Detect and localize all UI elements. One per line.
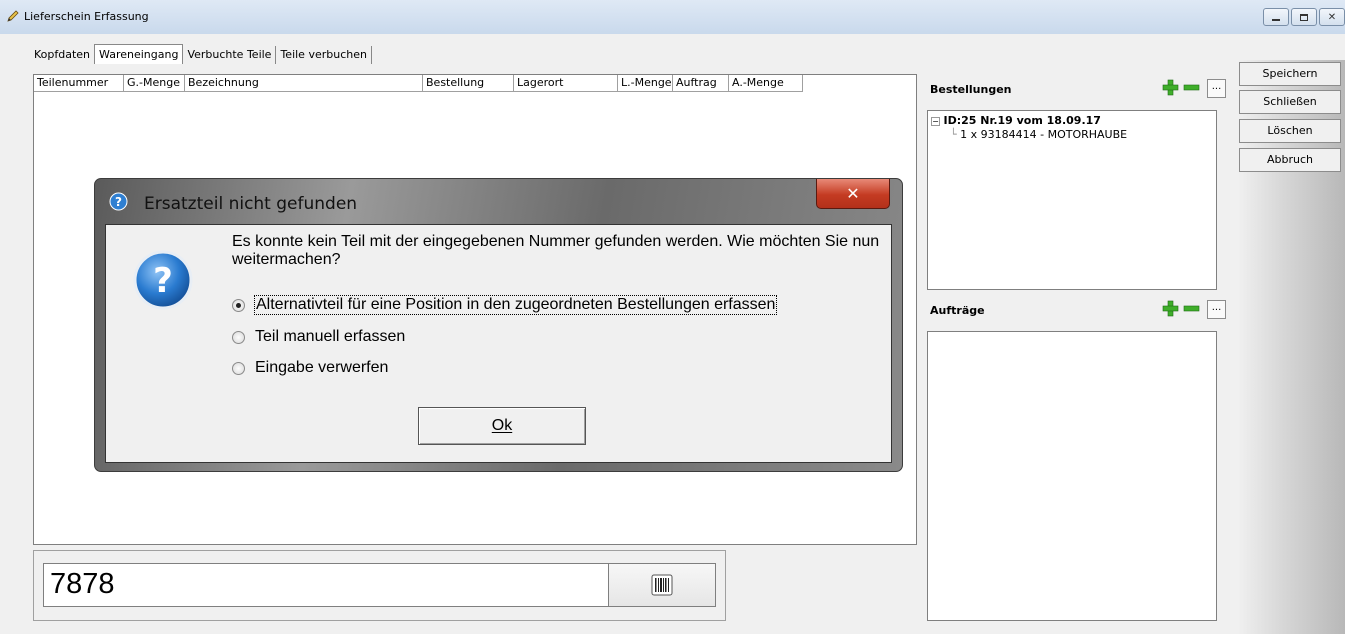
option-label: Teil manuell erfassen [255,328,406,345]
col-a-menge[interactable]: A.-Menge [729,75,803,92]
bestellungen-title: Bestellungen [930,83,1012,96]
col-lagerort[interactable]: Lagerort [514,75,618,92]
tree-root-label: ID:25 Nr.19 vom 18.09.17 [943,114,1101,127]
auftraege-header: Aufträge ... [925,295,1230,325]
save-label: Speichern [1262,67,1318,80]
plus-icon [1162,79,1179,96]
tab-verbuchte-teile[interactable]: Verbuchte Teile [183,46,277,64]
svg-text:?: ? [153,261,173,301]
option-discard-input[interactable]: Eingabe verwerfen [232,359,388,377]
ok-button[interactable]: Ok [418,407,586,445]
auftrag-more-button[interactable]: ... [1207,300,1226,319]
option-label: Eingabe verwerfen [255,359,389,376]
close-form-button[interactable]: Schließen [1239,90,1341,114]
question-icon: ? [109,192,128,211]
bestellungen-actions: ... [1162,79,1226,98]
col-bestellung[interactable]: Bestellung [423,75,514,92]
dialog-body: ? Es konnte kein Teil mit der eingegeben… [105,224,892,463]
part-not-found-dialog: ? Ersatzteil nicht gefunden ✕ ? Es konnt… [94,178,903,472]
tab-teile-verbuchen[interactable]: Teile verbuchen [276,46,372,64]
radio-button[interactable] [232,298,245,312]
tree-child-label: 1 x 93184414 - MOTORHAUBE [960,128,1128,141]
window-controls: ✕ [1263,8,1345,26]
col-teilenummer[interactable]: Teilenummer [34,75,124,92]
maximize-icon [1300,13,1308,21]
tree-connector: └ [950,128,961,141]
question-icon: ? [133,250,193,310]
bestellung-remove-button[interactable] [1183,79,1200,96]
tree-root-row[interactable]: − ID:25 Nr.19 vom 18.09.17 [931,114,1101,127]
side-button-bar: Speichern Schließen Löschen Abbruch [1238,60,1345,634]
auftrag-add-button[interactable] [1162,300,1179,317]
close-label: Schließen [1263,95,1317,108]
option-alternative-part[interactable]: Alternativteil für eine Position in den … [232,295,778,315]
grid-header: Teilenummer G.-Menge Bezeichnung Bestell… [34,75,803,92]
col-bezeichnung[interactable]: Bezeichnung [185,75,423,92]
minus-icon [1183,305,1200,312]
bestellung-add-button[interactable] [1162,79,1179,96]
option-manual-entry[interactable]: Teil manuell erfassen [232,328,405,346]
scan-input-area: 7878 [33,550,726,621]
bestellung-more-button[interactable]: ... [1207,79,1226,98]
col-auftrag[interactable]: Auftrag [673,75,729,92]
cancel-label: Abbruch [1266,153,1313,166]
part-number-input[interactable]: 7878 [43,563,629,607]
minus-icon [1183,84,1200,91]
window-close-button[interactable]: ✕ [1319,8,1345,26]
close-icon: ✕ [846,184,860,203]
delete-button[interactable]: Löschen [1239,119,1341,143]
minimize-icon [1272,19,1280,21]
auftraege-title: Aufträge [930,304,985,317]
svg-text:?: ? [115,195,122,209]
auftrag-remove-button[interactable] [1183,300,1200,317]
bestellungen-header: Bestellungen ... [925,74,1230,104]
barcode-button[interactable] [608,563,716,607]
tab-kopfdaten[interactable]: Kopfdaten [30,46,95,64]
auftraege-actions: ... [1162,300,1226,319]
barcode-icon [651,574,673,596]
minimize-button[interactable] [1263,8,1289,26]
option-label: Alternativteil für eine Position in den … [253,295,778,315]
col-g-menge[interactable]: G.-Menge [124,75,185,92]
maximize-button[interactable] [1291,8,1317,26]
plus-icon [1162,300,1179,317]
pencil-icon [7,10,19,22]
window-title: Lieferschein Erfassung [24,10,149,23]
delete-label: Löschen [1267,124,1313,137]
cancel-button[interactable]: Abbruch [1239,148,1341,172]
tree-collapse-icon[interactable]: − [931,116,940,126]
auftraege-list[interactable] [927,331,1217,621]
ok-label: Ok [491,417,513,434]
save-button[interactable]: Speichern [1239,62,1341,86]
radio-button[interactable] [232,330,245,344]
tree-child-row[interactable]: └ 1 x 93184414 - MOTORHAUBE [950,128,1127,141]
close-icon: ✕ [1327,11,1337,23]
bestellungen-tree[interactable]: − ID:25 Nr.19 vom 18.09.17 └ 1 x 9318441… [927,110,1217,290]
dialog-close-button[interactable]: ✕ [816,179,890,209]
tab-bar: Kopfdaten Wareneingang Verbuchte Teile T… [30,44,372,64]
dialog-title: Ersatzteil nicht gefunden [144,194,358,214]
title-bar: Lieferschein Erfassung ✕ [0,0,1345,34]
col-l-menge[interactable]: L.-Menge [618,75,673,92]
dialog-message: Es konnte kein Teil mit der eingegebenen… [232,233,880,268]
tab-wareneingang[interactable]: Wareneingang [94,44,184,64]
radio-button[interactable] [232,361,245,375]
